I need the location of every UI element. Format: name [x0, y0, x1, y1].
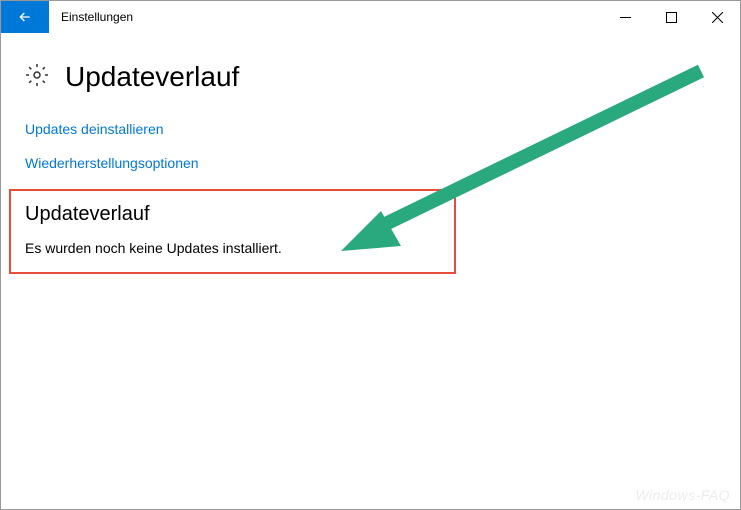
- titlebar: Einstellungen: [1, 1, 740, 33]
- link-uninstall-updates[interactable]: Updates deinstallieren: [25, 121, 716, 137]
- window-title: Einstellungen: [49, 1, 602, 33]
- close-icon: [712, 12, 723, 23]
- minimize-button[interactable]: [602, 1, 648, 33]
- page-title: Updateverlauf: [65, 61, 239, 93]
- content-area: Updateverlauf Updates deinstallieren Wie…: [1, 33, 740, 294]
- highlight-annotation-box: Updateverlauf Es wurden noch keine Updat…: [9, 189, 456, 274]
- section-heading: Updateverlauf: [25, 203, 440, 226]
- back-button[interactable]: [1, 1, 49, 33]
- minimize-icon: [620, 12, 631, 23]
- section-body-text: Es wurden noch keine Updates installiert…: [25, 240, 440, 256]
- watermark-text: Windows-FAQ: [635, 487, 730, 503]
- maximize-button[interactable]: [648, 1, 694, 33]
- gear-icon: [25, 63, 49, 92]
- arrow-left-icon: [17, 9, 33, 25]
- maximize-icon: [666, 12, 677, 23]
- window-controls: [602, 1, 740, 33]
- close-button[interactable]: [694, 1, 740, 33]
- page-header: Updateverlauf: [25, 61, 716, 93]
- link-recovery-options[interactable]: Wiederherstellungsoptionen: [25, 155, 716, 171]
